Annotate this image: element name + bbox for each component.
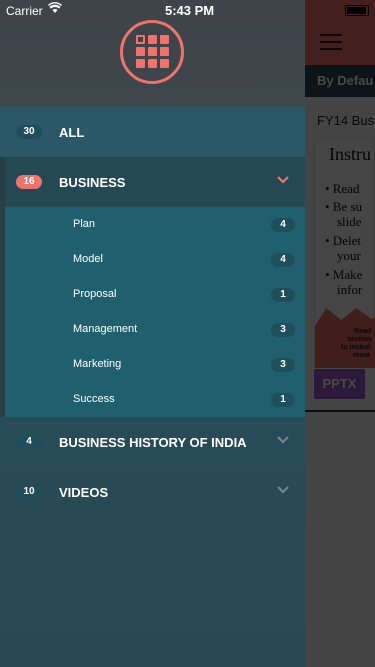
menu-item-all[interactable]: 30 ALL [0,107,305,157]
thumbnail-line: • Make [325,267,363,282]
starburst-text: Read section to includ rema [341,328,372,360]
count-badge: 4 [271,218,295,232]
starburst-line: rema [353,352,370,359]
battery-icon [345,5,369,16]
menu-item-business-history[interactable]: 4 BUSINESS HISTORY OF INDIA [0,417,305,467]
submenu-item-label: Plan [73,218,96,230]
thumbnail-line: slide [337,214,362,229]
submenu-item-plan[interactable]: Plan 4 [5,207,305,242]
starburst-line: section [347,336,372,343]
thumbnail-line: your [337,248,361,263]
count-badge: 3 [271,323,295,337]
menu-item-business[interactable]: 16 BUSINESS [0,157,305,207]
count-badge: 4 [16,435,42,449]
hamburger-menu-icon[interactable] [320,34,342,50]
menu-item-label: VIDEOS [59,485,109,500]
submenu-item-label: Marketing [73,358,122,370]
menu-item-label: BUSINESS [59,175,126,190]
chevron-down-icon[interactable] [277,435,289,447]
count-badge: 1 [271,288,295,302]
menu-item-label: BUSINESS HISTORY OF INDIA [59,435,247,450]
count-badge: 10 [16,485,42,499]
thumbnail-heading: Instru [329,144,371,164]
submenu-item-label: Model [73,253,103,265]
count-badge: 3 [271,358,295,372]
document-thumbnail[interactable]: Instru • Read • Be su slide • Delet your… [314,137,375,368]
wifi-icon [48,2,62,17]
count-badge: 1 [271,393,295,407]
starburst-line: Read [354,328,372,335]
submenu-item-label: Management [73,323,138,335]
submenu-item-management[interactable]: Management 3 [5,312,305,347]
thumbnail-line: infor [337,282,363,297]
side-drawer: 30 ALL 16 BUSINESS Plan 4 Model 4 Propos… [0,0,305,667]
submenu-item-label: Proposal [73,288,117,300]
app-logo [120,20,184,84]
sort-filter-bar[interactable]: By Defau [305,65,375,97]
clock: 5:43 PM [165,3,215,18]
carrier-label: Carrier [6,4,43,18]
chevron-down-icon[interactable] [277,175,289,187]
status-bar: Carrier 5:43 PM [0,0,375,20]
thumbnail-line: • Delet [325,233,361,248]
count-badge: 16 [16,175,42,189]
thumbnail-line: • Read [325,181,360,196]
submenu-item-success[interactable]: Success 1 [5,382,305,417]
file-type-badge[interactable]: PPTX [314,369,365,399]
submenu-item-label: Success [73,393,115,405]
submenu-item-model[interactable]: Model 4 [5,242,305,277]
menu-item-videos[interactable]: 10 VIDEOS [0,467,305,517]
count-badge: 30 [16,125,42,139]
thumbnail-line: • Be su [325,199,363,214]
count-badge: 4 [271,253,295,267]
main-content[interactable]: By Defau FY14 Bus Instru • Read • Be su … [305,0,375,667]
document-title[interactable]: FY14 Bus [317,113,374,128]
submenu-item-proposal[interactable]: Proposal 1 [5,277,305,312]
chevron-down-icon[interactable] [277,485,289,497]
menu-item-label: ALL [59,125,85,140]
starburst-line: to includ [341,344,371,351]
submenu-item-marketing[interactable]: Marketing 3 [5,347,305,382]
card-divider [305,410,375,412]
